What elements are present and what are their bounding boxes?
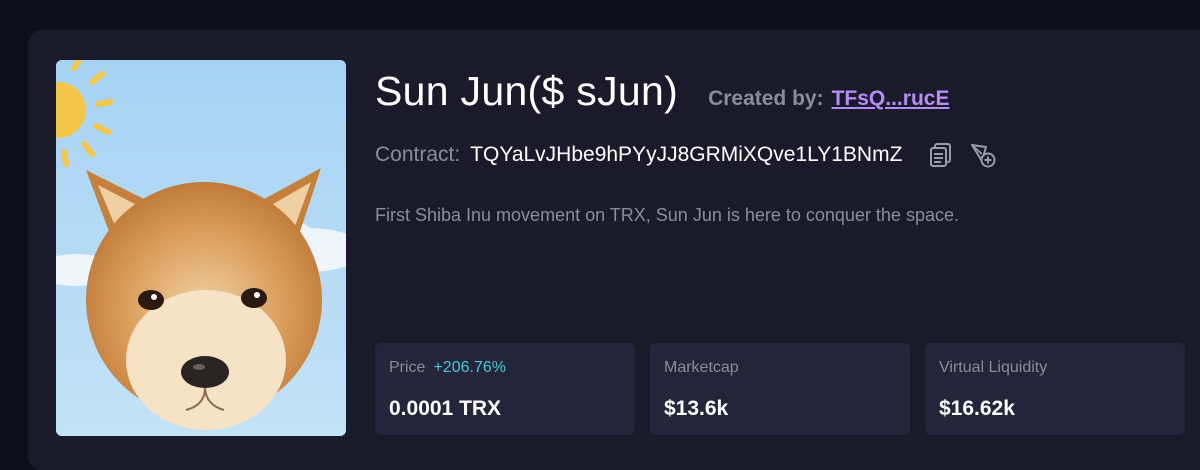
created-by-label: Created by:: [708, 87, 824, 110]
marketcap-stat-card: Marketcap $13.6k: [650, 343, 910, 435]
price-label: Price: [389, 359, 426, 376]
token-image: [56, 60, 346, 436]
price-value: 0.0001 TRX: [389, 397, 502, 420]
marketcap-label: Marketcap: [664, 359, 739, 376]
title-row: Sun Jun($ sJun) Created by: TFsQ...rucE: [375, 68, 949, 115]
contract-label: Contract:: [375, 143, 461, 166]
price-stat-card: Price +206.76% 0.0001 TRX: [375, 343, 635, 435]
liquidity-stat-card: Virtual Liquidity $16.62k: [925, 343, 1185, 435]
liquidity-value: $16.62k: [939, 397, 1015, 420]
shiba-inu-puppy-image: [56, 60, 346, 436]
creator-link[interactable]: TFsQ...rucE: [832, 87, 950, 111]
marketcap-value: $13.6k: [664, 397, 729, 420]
contract-row: Contract: TQYaLvJHbe9hPYyJJ8GRMiXQve1LY1…: [375, 142, 996, 168]
price-label-row: Price +206.76%: [389, 359, 506, 377]
copy-icon[interactable]: [928, 142, 954, 168]
token-description: First Shiba Inu movement on TRX, Sun Jun…: [375, 205, 959, 225]
add-to-wallet-icon[interactable]: [970, 142, 996, 168]
price-change: +206.76%: [433, 359, 506, 376]
token-name: Sun Jun($ sJun): [375, 68, 679, 114]
liquidity-label: Virtual Liquidity: [939, 359, 1048, 376]
contract-address: TQYaLvJHbe9hPYyJJ8GRMiXQve1LY1BNmZ: [470, 143, 903, 166]
